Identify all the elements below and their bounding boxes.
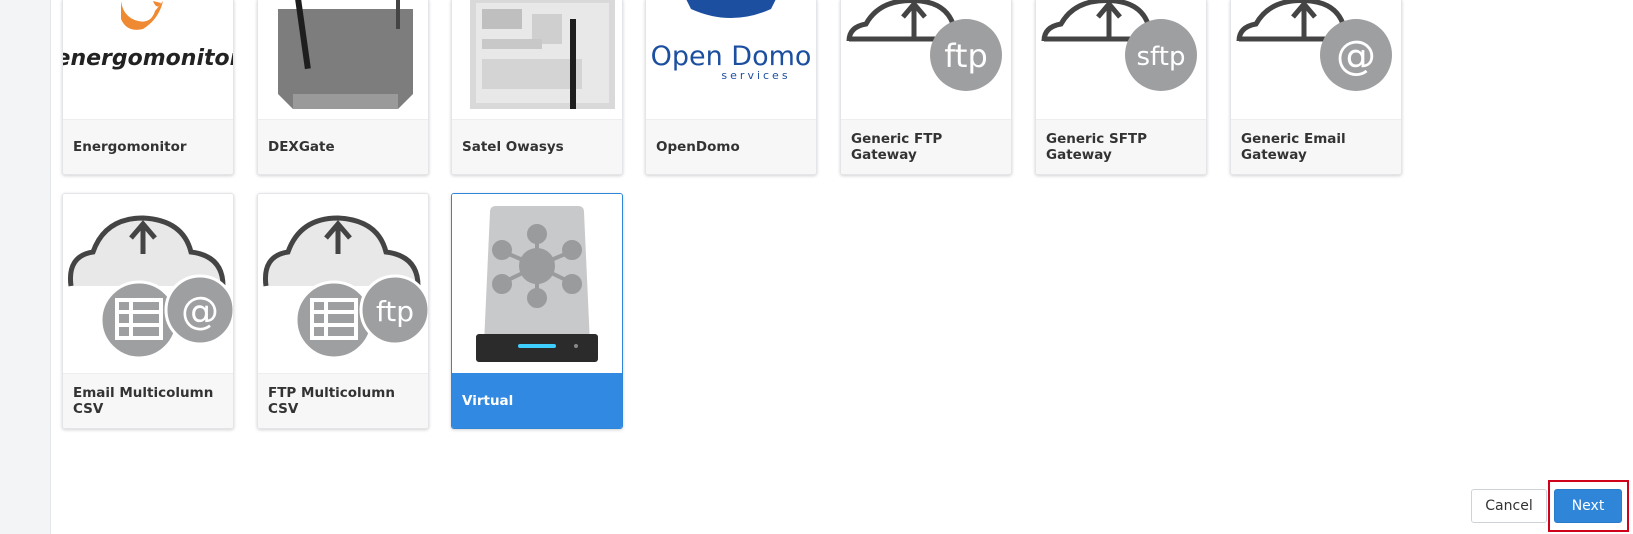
cloud-upload-sftp-icon: sftp <box>1041 0 1197 91</box>
email-csv-image: @ <box>63 194 233 372</box>
csv-ftp-badge-text: ftp <box>376 295 414 328</box>
virtual-device-image <box>452 194 622 372</box>
card-label: Generic FTP Gateway <box>841 119 1011 174</box>
gateway-card-opendomo[interactable]: Open Domo services OpenDomo <box>645 0 817 175</box>
cloud-csv-email-icon: @ <box>67 215 233 360</box>
card-label: FTP Multicolumn CSV <box>258 373 428 428</box>
gateway-card-generic-sftp[interactable]: sftp Generic SFTP Gateway <box>1035 0 1207 175</box>
virtual-drive-icon <box>476 206 598 362</box>
ftp-badge-text: ftp <box>944 37 988 75</box>
sidebar <box>0 0 51 534</box>
card-label: Energomonitor <box>63 119 233 174</box>
dexgate-device-image <box>258 0 428 119</box>
card-label: Generic SFTP Gateway <box>1036 119 1206 174</box>
cancel-button[interactable]: Cancel <box>1471 489 1547 523</box>
energomonitor-logo-text: energomonitor <box>63 46 233 71</box>
cloud-upload-email-icon: @ <box>1236 0 1392 91</box>
email-upload-image: @ <box>1231 0 1401 119</box>
gateway-card-email-multicolumn-csv[interactable]: @ Email Multicolumn CSV <box>62 193 234 429</box>
gateway-card-dexgate[interactable]: DEXGate <box>257 0 429 175</box>
email-badge-text: @ <box>1336 33 1376 79</box>
gateway-card-generic-email[interactable]: @ Generic Email Gateway <box>1230 0 1402 175</box>
gateway-card-ftp-multicolumn-csv[interactable]: ftp FTP Multicolumn CSV <box>257 193 429 429</box>
energomonitor-logo-icon: energomonitor <box>63 1 233 71</box>
opendomo-logo-subtext: services <box>721 69 790 82</box>
opendomo-logo-text: Open Domo <box>651 41 812 72</box>
card-label: Virtual <box>452 373 622 428</box>
cloud-upload-ftp-icon: ftp <box>846 0 1002 91</box>
ftp-upload-image: ftp <box>841 0 1011 119</box>
card-label: Generic Email Gateway <box>1231 119 1401 174</box>
card-label: DEXGate <box>258 119 428 174</box>
sftp-upload-image: sftp <box>1036 0 1206 119</box>
router-device-icon <box>278 0 413 109</box>
next-button[interactable]: Next <box>1554 489 1622 523</box>
opendomo-logo: Open Domo services <box>646 0 816 119</box>
gateway-card-generic-ftp[interactable]: ftp Generic FTP Gateway <box>840 0 1012 175</box>
ftp-csv-image: ftp <box>258 194 428 372</box>
csv-email-badge-text: @ <box>181 289 219 333</box>
energomonitor-logo: energomonitor <box>63 0 233 119</box>
gateway-card-satel-owasys[interactable]: Satel Owasys <box>451 0 623 175</box>
modem-device-icon <box>470 0 615 109</box>
cloud-csv-ftp-icon: ftp <box>262 215 428 360</box>
card-label: Email Multicolumn CSV <box>63 373 233 428</box>
card-label: Satel Owasys <box>452 119 622 174</box>
sftp-badge-text: sftp <box>1137 42 1186 72</box>
satel-owasys-device-image <box>452 0 622 119</box>
gateway-card-energomonitor[interactable]: energomonitor Energomonitor <box>62 0 234 175</box>
card-label: OpenDomo <box>646 119 816 174</box>
gateway-card-virtual[interactable]: Virtual <box>451 193 623 429</box>
opendomo-logo-icon: Open Domo services <box>651 0 812 82</box>
